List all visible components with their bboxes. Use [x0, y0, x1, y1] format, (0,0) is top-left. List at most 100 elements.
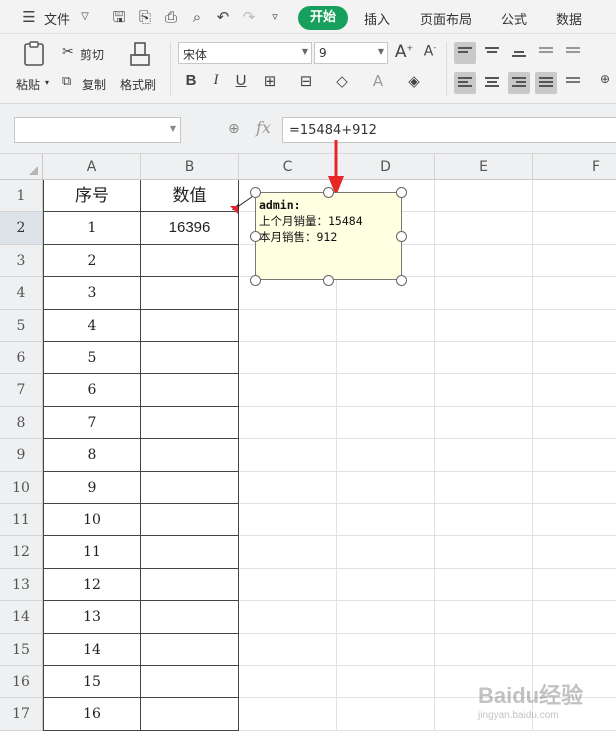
cell-f12[interactable]: [533, 536, 616, 569]
row-header-2[interactable]: 2: [0, 212, 43, 245]
cell-f13[interactable]: [533, 569, 616, 602]
cell-d12[interactable]: [337, 536, 435, 569]
cell-e11[interactable]: [435, 504, 533, 537]
row-header-4[interactable]: 4: [0, 277, 43, 310]
cell-c13[interactable]: [239, 568, 337, 602]
more-options-icon[interactable]: ⊕: [595, 72, 615, 86]
row-header-12[interactable]: 12: [0, 536, 43, 569]
column-header-f[interactable]: F: [533, 154, 616, 180]
cell-a16[interactable]: 15: [43, 666, 141, 699]
resize-handle[interactable]: [396, 231, 407, 242]
cell-b13[interactable]: [141, 568, 239, 602]
cell-e5[interactable]: [435, 309, 533, 342]
cell-d17[interactable]: [337, 698, 435, 731]
cell-d15[interactable]: [337, 633, 435, 666]
cell-a5[interactable]: 4: [43, 309, 141, 342]
cell-c9[interactable]: [239, 439, 337, 472]
zoom-icon[interactable]: ⊕: [228, 121, 240, 137]
cell-e9[interactable]: [435, 439, 533, 472]
cell-a10[interactable]: 9: [43, 471, 141, 504]
cell-c7[interactable]: [239, 374, 337, 407]
cell-d8[interactable]: [337, 406, 435, 440]
tab-page-layout[interactable]: 页面布局: [420, 9, 472, 28]
cell-c12[interactable]: [239, 536, 337, 569]
align-left-button[interactable]: [454, 72, 476, 94]
paint-bucket-icon[interactable]: ◇: [332, 72, 352, 90]
resize-handle[interactable]: [323, 275, 334, 286]
fx-icon[interactable]: fx: [256, 118, 271, 137]
border-icon[interactable]: ⊞: [260, 72, 280, 90]
cell-c15[interactable]: [239, 633, 337, 666]
cell-d13[interactable]: [337, 568, 435, 602]
cell-b11[interactable]: [141, 504, 239, 537]
tab-home[interactable]: 开始: [298, 6, 348, 30]
cell-e2[interactable]: [435, 212, 533, 245]
cell-c10[interactable]: [239, 471, 337, 504]
column-header-c[interactable]: C: [239, 154, 337, 180]
export-pdf-icon[interactable]: ⎘: [136, 8, 154, 26]
tab-formulas[interactable]: 公式: [501, 9, 527, 28]
cell-c8[interactable]: [239, 406, 337, 440]
align-right-button[interactable]: [508, 72, 530, 94]
fill-color-icon[interactable]: ⊟: [296, 72, 316, 90]
column-header-a[interactable]: A: [43, 154, 141, 180]
redo-icon[interactable]: ↷: [240, 8, 258, 26]
cell-a1[interactable]: 序号: [43, 180, 141, 213]
file-menu[interactable]: 文件: [44, 9, 70, 28]
cell-a15[interactable]: 14: [43, 633, 141, 666]
align-bottom-button[interactable]: [508, 42, 530, 64]
row-header-14[interactable]: 14: [0, 601, 43, 634]
eraser-icon[interactable]: ◈: [404, 72, 424, 90]
cell-b2[interactable]: 16396: [141, 212, 239, 245]
cell-d5[interactable]: [337, 309, 435, 342]
cell-f14[interactable]: [533, 601, 616, 634]
cell-e3[interactable]: [435, 244, 533, 278]
cell-b6[interactable]: [141, 342, 239, 375]
increase-font-icon[interactable]: A+: [394, 42, 414, 62]
resize-handle[interactable]: [250, 187, 261, 198]
print-icon[interactable]: ⎙: [162, 8, 180, 26]
cell-comment[interactable]: admin: 上个月销量：15484 本月销售：912: [255, 192, 402, 280]
cell-b17[interactable]: [141, 698, 239, 731]
cell-e7[interactable]: [435, 374, 533, 407]
row-header-15[interactable]: 15: [0, 633, 43, 666]
increase-indent-button[interactable]: [562, 42, 584, 64]
bold-icon[interactable]: B: [181, 72, 201, 89]
row-header-3[interactable]: 3: [0, 244, 43, 278]
chevron-down-icon[interactable]: ▽: [76, 8, 94, 26]
cell-c11[interactable]: [239, 504, 337, 537]
undo-icon[interactable]: ↶: [214, 8, 232, 26]
cell-b4[interactable]: [141, 277, 239, 310]
align-center-button[interactable]: [481, 72, 503, 94]
cell-d16[interactable]: [337, 666, 435, 699]
row-header-8[interactable]: 8: [0, 406, 43, 440]
customize-toolbar-icon[interactable]: ▿: [266, 8, 284, 26]
cell-f10[interactable]: [533, 472, 616, 504]
cell-b15[interactable]: [141, 633, 239, 666]
cell-d7[interactable]: [337, 374, 435, 407]
justify-button[interactable]: [535, 72, 557, 94]
cell-c6[interactable]: [239, 342, 337, 375]
column-header-e[interactable]: E: [435, 154, 533, 180]
resize-handle[interactable]: [396, 187, 407, 198]
cell-a7[interactable]: 6: [43, 374, 141, 407]
print-preview-icon[interactable]: ⌕: [188, 8, 206, 26]
tab-data[interactable]: 数据: [556, 9, 582, 28]
row-header-7[interactable]: 7: [0, 374, 43, 407]
align-top-button[interactable]: [454, 42, 476, 64]
underline-icon[interactable]: U: [231, 72, 251, 89]
row-header-5[interactable]: 5: [0, 309, 43, 342]
font-size-select[interactable]: 9 ▼: [314, 42, 388, 64]
row-header-17[interactable]: 17: [0, 698, 43, 731]
format-painter-icon[interactable]: [126, 40, 154, 68]
italic-icon[interactable]: I: [206, 72, 226, 89]
resize-handle[interactable]: [250, 231, 261, 242]
hamburger-menu-icon[interactable]: ☰: [20, 8, 38, 26]
cell-a9[interactable]: 8: [43, 439, 141, 472]
cell-c16[interactable]: [239, 666, 337, 699]
cell-a4[interactable]: 3: [43, 277, 141, 310]
cell-b16[interactable]: [141, 666, 239, 699]
paste-icon[interactable]: [20, 40, 48, 68]
cell-a2[interactable]: 1: [43, 212, 141, 245]
row-header-11[interactable]: 11: [0, 504, 43, 537]
